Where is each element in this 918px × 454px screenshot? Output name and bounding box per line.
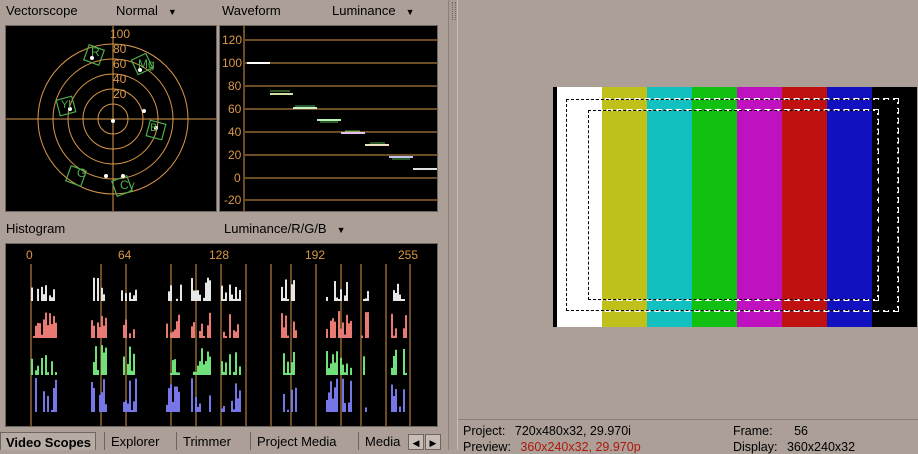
project-value: 720x480x32, 29.970i [514,424,631,438]
status-divider [458,419,918,420]
preview-info: Preview: 360x240x32, 29.970p [463,440,641,454]
tab-explorer[interactable]: Explorer [104,432,159,450]
title-safe-shadow [588,110,878,300]
project-info: Project: 720x480x32, 29.970i [463,424,631,438]
target-label-blue: B [150,122,158,134]
level-label: 60 [228,102,242,116]
waveform-graticule [243,26,437,211]
level-label: 100 [222,56,243,70]
level-label: 80 [228,79,242,93]
ring-label: 40 [113,72,127,86]
level-label: 40 [228,125,242,139]
vectorscope-title: Vectorscope [6,3,78,18]
target-label-cyan: Cy [120,178,135,192]
tab-strip: Video Scopes Explorer Trimmer Project Me… [0,432,446,450]
waveform-mode-label: Luminance [332,3,396,18]
panel-splitter[interactable] [448,0,458,450]
waveform-title: Waveform [222,3,281,18]
waveform-mode-dropdown[interactable]: Luminance ▼ [332,3,415,18]
tab-scroll-left-button[interactable]: ◀ [408,434,424,450]
frame-value: 56 [794,424,808,438]
level-label: 0 [234,171,241,185]
tab-project-media[interactable]: Project Media [250,432,336,450]
target-label-yellow: Yl [61,99,71,111]
level-label: 120 [222,33,243,47]
vectorscope-mode-dropdown[interactable]: Normal ▼ [116,3,177,18]
grip-icon [452,2,456,20]
vectorscope-mode-label: Normal [116,3,158,18]
histogram-tick-label: 255 [398,248,419,262]
target-label-red: R [91,45,100,59]
histogram-mode-label: Luminance/R/G/B [224,221,327,236]
histogram-tick-label: 0 [26,248,33,262]
ring-label: 80 [113,42,127,56]
ring-label: 60 [113,57,127,71]
waveform-panel: 120 100 80 60 40 20 0 -20 [219,25,438,212]
tab-scroll-right-button[interactable]: ▶ [425,434,441,450]
histogram-tick-label: 128 [209,248,230,262]
tab-media[interactable]: Media [358,432,400,450]
vectorscope-graticule [6,26,216,211]
frame-label: Frame: [733,424,773,438]
histogram-tick-label: 192 [305,248,326,262]
histogram-mode-dropdown[interactable]: Luminance/R/G/B ▼ [224,221,346,236]
video-preview [553,87,917,327]
project-label: Project: [463,424,506,438]
target-label-magenta: Mg [138,57,155,71]
tab-video-scopes[interactable]: Video Scopes [0,432,96,450]
ring-label: 100 [110,27,131,41]
preview-value: 360x240x32, 29.970p [520,440,641,454]
histogram-tick-label: 64 [118,248,132,262]
frame-info: Frame: 56 [733,424,808,438]
tab-trimmer[interactable]: Trimmer [176,432,231,450]
histogram-plot [30,264,411,426]
level-label: -20 [224,193,242,207]
ring-label: 20 [113,87,127,101]
display-label: Display: [733,440,778,454]
dropdown-arrow-icon: ▼ [167,7,177,17]
display-info: Display: 360x240x32 [733,440,855,454]
histogram-panel: 0 64 128 192 255 [5,243,438,427]
target-label-green: G [77,166,87,180]
vectorscope-panel: 100 80 60 40 20 R Mg B Cy G Yl [5,25,217,212]
preview-label: Preview: [463,440,511,454]
histogram-title: Histogram [6,221,66,236]
dropdown-arrow-icon: ▼ [336,225,346,235]
display-value: 360x240x32 [786,440,856,454]
dropdown-arrow-icon: ▼ [405,7,415,17]
level-label: 20 [228,148,242,162]
